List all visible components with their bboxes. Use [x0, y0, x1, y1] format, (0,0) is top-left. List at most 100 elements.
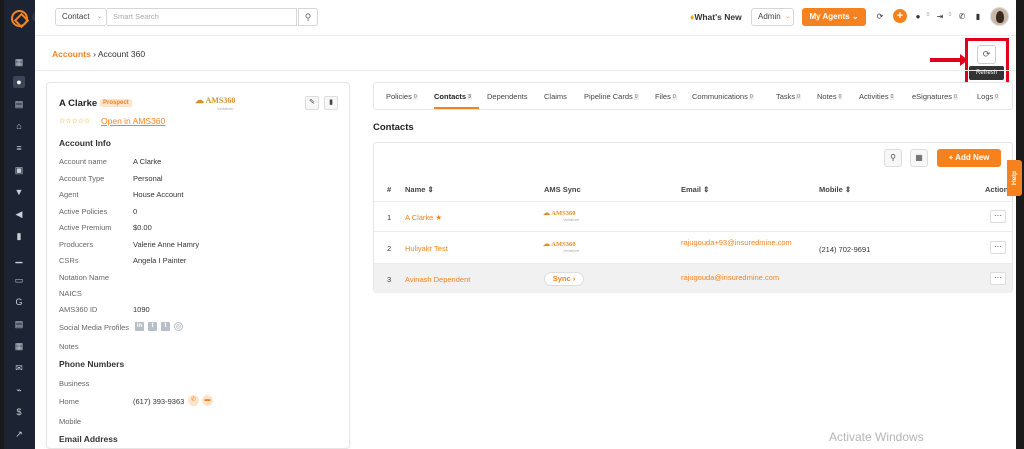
google-icon[interactable]: G [13, 296, 25, 308]
help-button[interactable]: Help [1007, 160, 1022, 196]
row-actions-button[interactable]: ⋯ [990, 210, 1006, 223]
tab-policies[interactable]: Policies 0 [386, 92, 418, 101]
column-header[interactable]: Name ⇕ [405, 185, 434, 194]
folder-icon[interactable]: ▭ [13, 274, 25, 286]
refresh-button[interactable]: ⟳ [977, 45, 996, 64]
user-icon[interactable]: ● [913, 12, 923, 21]
account-name: A Clarke [59, 98, 98, 109]
analytics-icon[interactable]: ▁ [13, 252, 25, 264]
forms-icon[interactable]: ▤ [13, 318, 25, 330]
phone-icon[interactable]: ✆ [957, 12, 967, 21]
table-row[interactable]: 1 A Clarke ★ ☁ AMS360 Vertafore ⋯ [374, 201, 1012, 231]
tab-esignatures[interactable]: eSignatures 0 [912, 92, 958, 101]
whats-new-link[interactable]: ♦What's New [690, 12, 742, 22]
field-label: Producers [59, 240, 94, 249]
search-icon[interactable]: ⚲ [884, 149, 902, 167]
reports-icon[interactable]: ▮ [13, 230, 25, 242]
profile-icon[interactable]: ▣ [13, 164, 25, 176]
facebook-icon[interactable]: f [148, 322, 157, 331]
search-type-select[interactable]: Contact ⌄ [55, 8, 107, 26]
delete-button[interactable]: ▮ [324, 96, 338, 110]
tab-notes[interactable]: Notes 0 [817, 92, 843, 101]
column-header[interactable]: Email ⇕ [681, 185, 709, 194]
contact-name-link[interactable]: Avinash Dependent [405, 275, 470, 284]
tab-count: 0 [796, 94, 801, 101]
tab-label: Dependents [487, 92, 528, 101]
contact-name-link[interactable]: Huliyakr Test [405, 244, 448, 253]
tab-contacts[interactable]: Contacts 3 [434, 92, 472, 101]
mobile-icon[interactable]: ▮ [973, 12, 983, 21]
campaign-icon[interactable]: ◀ [13, 208, 25, 220]
mail-icon[interactable]: ✉ [13, 362, 25, 374]
sync-icon[interactable]: ⟳ [875, 12, 885, 21]
breadcrumb-accounts-link[interactable]: Accounts [52, 49, 91, 59]
tab-count: 0 [837, 94, 843, 101]
contact-email-link[interactable]: rajugouda+93@insuredmine.com [681, 238, 792, 247]
web-icon[interactable]: ◎ [174, 322, 183, 331]
header-divider [35, 70, 1016, 71]
list-icon[interactable]: ≡ [13, 142, 25, 154]
notif-badge: 0 [926, 12, 930, 18]
field-value: Personal [133, 174, 163, 183]
refresh-tooltip: Refresh [969, 66, 1004, 80]
documents-icon[interactable]: ▤ [13, 98, 25, 110]
column-header: AMS Sync [544, 185, 581, 194]
open-in-ams360-link[interactable]: Open in AMS360 [101, 116, 165, 126]
accounts-icon[interactable]: ⌂ [13, 120, 25, 132]
contacts-table: ⚲ ▦ + Add New # Name ⇕ AMS Sync Email ⇕ … [373, 142, 1013, 293]
field-value: $0.00 [133, 223, 152, 232]
status-badge: Prospect [100, 99, 132, 107]
tab-logs[interactable]: Logs 0 [977, 92, 1000, 101]
row-actions-button[interactable]: ⋯ [990, 272, 1006, 285]
search-icon[interactable]: ⚲ [298, 8, 318, 26]
contact-email-link[interactable]: rajugouda@insuredmine.com [681, 273, 779, 282]
ams360-logo-sub: Vertafore [217, 106, 234, 111]
account-info-title: Account Info [59, 138, 111, 148]
sync-button[interactable]: Sync › [544, 272, 584, 286]
tab-count: 0 [671, 94, 677, 101]
tab-communications[interactable]: Communications 0 [692, 92, 754, 101]
row-actions-button[interactable]: ⋯ [990, 241, 1006, 254]
contacts-icon[interactable]: ● [13, 76, 25, 88]
billing-icon[interactable]: $ [13, 406, 25, 418]
tab-claims[interactable]: Claims [544, 92, 567, 101]
tab-pipeline-cards[interactable]: Pipeline Cards 0 [584, 92, 639, 101]
search-input[interactable]: Smart Search [107, 8, 297, 26]
routing-icon[interactable]: ⌁ [13, 384, 25, 396]
rating-stars[interactable]: ☆☆☆☆☆ [59, 117, 90, 125]
edit-button[interactable]: ✎ [305, 96, 319, 110]
field-label: AMS360 ID [59, 305, 98, 314]
message-icon[interactable]: ▬ [202, 395, 213, 406]
dashboard-icon[interactable]: ▦ [13, 56, 25, 68]
tab-activities[interactable]: Activities 0 [859, 92, 895, 101]
grid-view-icon[interactable]: ▦ [910, 149, 928, 167]
brand-logo[interactable] [11, 10, 28, 27]
add-new-button[interactable]: + Add New [937, 149, 1001, 167]
tab-tasks[interactable]: Tasks 0 [776, 92, 801, 101]
role-label: Admin [758, 12, 781, 21]
field-value: 0 [133, 207, 138, 216]
my-agents-label: My Agents [809, 12, 850, 21]
twitter-icon[interactable]: t [161, 322, 170, 331]
logout-icon[interactable]: ⇥ [935, 12, 945, 21]
filter-icon[interactable]: ▼ [13, 186, 25, 198]
call-icon[interactable]: ✆ [188, 395, 199, 406]
table-row[interactable]: 2 Huliyakr Test ☁ AMS360 Vertafore rajugo… [374, 231, 1012, 263]
quick-add-icon[interactable]: + [893, 9, 907, 23]
role-select[interactable]: Admin ⌄ [751, 8, 794, 26]
tab-count: 0 [412, 94, 418, 101]
active-tab-indicator [434, 107, 479, 109]
tab-label: Claims [544, 92, 567, 101]
linkedin-icon[interactable]: in [135, 322, 144, 331]
calendar-icon[interactable]: ▦ [13, 340, 25, 352]
tab-dependents[interactable]: Dependents [487, 92, 527, 101]
table-row[interactable]: 3 Avinash Dependent Sync › rajugouda@ins… [374, 263, 1012, 293]
ams360-logo: ☁ AMS360 Vertafore [195, 95, 235, 111]
avatar[interactable] [990, 7, 1009, 26]
column-header[interactable]: Mobile ⇕ [819, 185, 851, 194]
contact-name-link[interactable]: A Clarke ★ [405, 213, 442, 222]
trend-icon[interactable]: ↗ [13, 428, 25, 440]
tab-files[interactable]: Files 0 [655, 92, 677, 101]
tab-label: Logs [977, 92, 994, 101]
my-agents-button[interactable]: My Agents ⌄ [802, 8, 866, 26]
